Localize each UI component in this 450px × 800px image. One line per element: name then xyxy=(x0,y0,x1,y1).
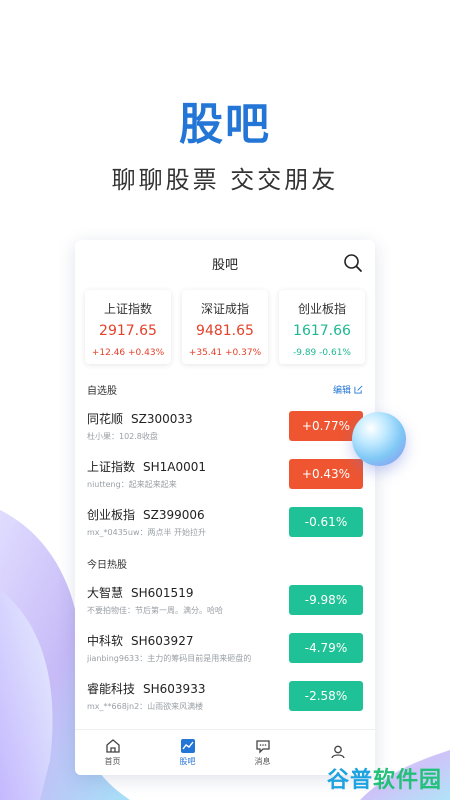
index-name: 深证成指 xyxy=(200,302,249,316)
index-card[interactable]: 上证指数 2917.65 +12.46 +0.43% xyxy=(85,290,171,364)
index-value: 1617.66 xyxy=(293,323,351,339)
stock-code: SH603927 xyxy=(131,634,194,648)
stock-code: SH601519 xyxy=(131,586,194,600)
stock-code: SH603933 xyxy=(143,682,206,696)
home-icon xyxy=(105,739,120,753)
index-change: +35.41 +0.37% xyxy=(188,348,262,358)
edit-label: 编辑 xyxy=(332,385,351,396)
stock-note: niutteng：起来起来起来 xyxy=(87,480,177,489)
index-card[interactable]: 创业板指 1617.66 -9.89 -0.61% xyxy=(279,290,365,364)
list-item[interactable]: 创业板指 SZ399006 mx_*0435uw：两点半 开始拉升 -0.61% xyxy=(75,498,375,546)
stock-name: 上证指数 xyxy=(87,460,136,474)
hot-header: 今日热股 xyxy=(75,550,375,576)
watermark-logo: 谷普 软件园 xyxy=(327,762,442,794)
change-badge[interactable]: -4.79% xyxy=(289,633,363,663)
index-value: 2917.65 xyxy=(99,323,157,339)
stock-name: 同花顺 xyxy=(87,412,124,426)
hot-title: 今日热股 xyxy=(87,559,127,571)
list-item[interactable]: 同花顺 SZ300033 杜小果：102.8收盘 +0.77% xyxy=(75,402,375,450)
message-icon xyxy=(255,740,270,754)
edit-icon xyxy=(354,385,363,394)
change-badge[interactable]: +0.43% xyxy=(289,459,363,489)
decorative-bubble xyxy=(352,412,406,466)
stock-note: mx_*0435uw：两点半 开始拉升 xyxy=(87,528,207,537)
index-name: 上证指数 xyxy=(103,302,152,316)
tab-label: 首页 xyxy=(104,757,121,766)
app-screen: 股吧 上证指数 2917.65 +12.46 +0.43% 深证成指 9481.… xyxy=(75,240,375,775)
index-card[interactable]: 深证成指 9481.65 +35.41 +0.37% xyxy=(182,290,268,364)
search-icon[interactable] xyxy=(343,253,363,273)
change-badge[interactable]: -2.58% xyxy=(289,681,363,711)
promo-tagline: 聊聊股票 交交朋友 xyxy=(111,166,339,194)
change-badge[interactable]: -9.98% xyxy=(289,585,363,615)
tab-home[interactable]: 首页 xyxy=(83,738,143,767)
promo-headline: 股吧 xyxy=(179,99,271,150)
stock-note: 不要拍物佳：节后第一周。满分。哈哈 xyxy=(87,606,223,615)
index-change: -9.89 -0.61% xyxy=(293,348,351,358)
edit-button[interactable]: 编辑 xyxy=(333,383,363,396)
stock-note: mx_**668jn2：山雨欲来风满楼 xyxy=(87,702,204,711)
app-header: 股吧 xyxy=(75,240,375,286)
tab-messages[interactable]: 消息 xyxy=(233,738,293,767)
stock-note: 杜小果：102.8收盘 xyxy=(87,432,158,441)
chart-icon xyxy=(180,739,195,753)
stock-code: SZ300033 xyxy=(131,412,193,426)
stock-name: 睿能科技 xyxy=(87,682,136,696)
stock-name: 大智慧 xyxy=(87,586,124,600)
watermark-part1: 谷普 xyxy=(326,768,373,793)
watchlist-header: 自选股 编辑 xyxy=(75,376,375,402)
watchlist-title: 自选股 xyxy=(87,385,117,397)
stock-code: SH1A0001 xyxy=(143,460,207,474)
user-icon xyxy=(330,745,345,758)
index-name: 创业板指 xyxy=(297,302,346,316)
list-item[interactable]: 上证指数 SH1A0001 niutteng：起来起来起来 +0.43% xyxy=(75,450,375,498)
app-title: 股吧 xyxy=(211,257,238,273)
stock-code: SZ399006 xyxy=(143,508,205,522)
index-change: +12.46 +0.43% xyxy=(91,348,165,358)
tab-guba[interactable]: 股吧 xyxy=(158,738,218,767)
tab-label: 股吧 xyxy=(179,757,196,766)
stock-note: jianbing9633：主力的筹码目前是用来砸盘的 xyxy=(87,654,252,663)
list-item[interactable]: 中科软 SH603927 jianbing9633：主力的筹码目前是用来砸盘的 -… xyxy=(75,624,375,672)
index-value: 9481.65 xyxy=(196,323,254,339)
stock-name: 中科软 xyxy=(87,634,124,648)
list-item[interactable]: 大智慧 SH601519 不要拍物佳：节后第一周。满分。哈哈 -9.98% xyxy=(75,576,375,624)
tab-label: 消息 xyxy=(254,757,271,766)
index-cards: 上证指数 2917.65 +12.46 +0.43% 深证成指 9481.65 … xyxy=(75,286,375,364)
change-badge[interactable]: -0.61% xyxy=(289,507,363,537)
watermark-part2: 软件园 xyxy=(372,768,442,793)
tab-profile[interactable] xyxy=(308,744,368,762)
stock-name: 创业板指 xyxy=(87,508,136,522)
list-item[interactable]: 睿能科技 SH603933 mx_**668jn2：山雨欲来风满楼 -2.58% xyxy=(75,672,375,720)
